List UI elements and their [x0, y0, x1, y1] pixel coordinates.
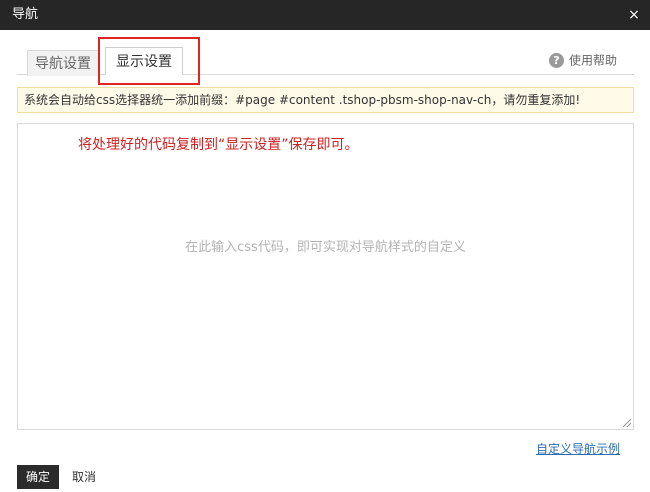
css-editor[interactable]: 在此输入css代码，即可实现对导航样式的自定义 — [17, 123, 634, 430]
cancel-button[interactable]: 取消 — [66, 465, 102, 489]
instruction-annotation: 将处理好的代码复制到“显示设置”保存即可。 — [78, 137, 359, 153]
help-label: 使用帮助 — [568, 53, 617, 68]
prefix-notice: 系统会自动给css选择器统一添加前缀：#page #content .tshop… — [17, 87, 634, 113]
tab-nav-settings[interactable]: 导航设置 — [27, 50, 99, 76]
question-icon: ? — [548, 53, 564, 68]
resize-grip-icon[interactable] — [623, 419, 631, 427]
navigation-dialog: 导航 × 导航设置 显示设置 ? 使用帮助 系统会自动给css选择器统一添加前缀：… — [0, 0, 650, 492]
title-bar: 导航 × — [0, 0, 650, 30]
dialog-title: 导航 — [12, 7, 39, 22]
custom-nav-example-link[interactable]: 自定义导航示例 — [536, 441, 620, 457]
help-link[interactable]: ? 使用帮助 — [548, 51, 617, 69]
css-editor-placeholder: 在此输入css代码，即可实现对导航样式的自定义 — [185, 240, 466, 255]
tab-display-settings[interactable]: 显示设置 — [105, 47, 183, 75]
confirm-button[interactable]: 确定 — [17, 465, 59, 489]
close-icon[interactable]: × — [626, 6, 642, 24]
